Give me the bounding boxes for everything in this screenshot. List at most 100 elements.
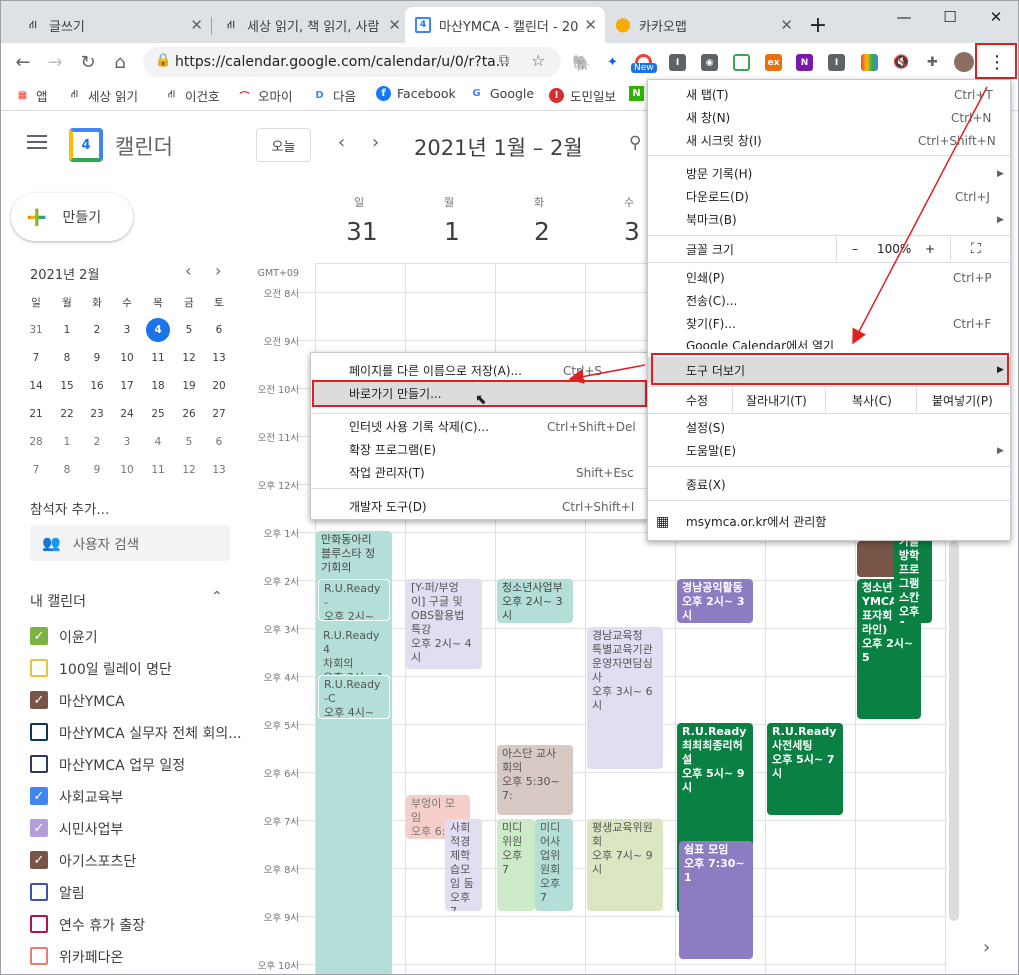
mini-day[interactable]: 2 — [85, 318, 109, 342]
mini-day[interactable]: 9 — [85, 346, 109, 370]
calendar-event[interactable]: R.U.Ready-C 오후 4시~ 5 — [318, 675, 390, 719]
calendar-event[interactable]: 경남공익활동 오후 2시~ 3시 — [677, 579, 753, 623]
mini-day[interactable]: 11 — [146, 346, 170, 370]
day-number[interactable]: 1 — [444, 217, 460, 246]
cast-item[interactable]: 전송(C)... — [648, 289, 1010, 312]
bulb-icon[interactable]: ◉ — [701, 54, 718, 71]
mini-day[interactable]: 9 — [85, 458, 109, 482]
mini-day[interactable]: 24 — [115, 402, 139, 426]
mini-day[interactable]: 17 — [115, 374, 139, 398]
clear-browsing-data-item[interactable]: 인터넷 사용 기록 삭제(C)... Ctrl+Shift+Del — [311, 415, 649, 438]
mini-day[interactable]: 1 — [55, 318, 79, 342]
new-tab-item[interactable]: 새 탭(T) Ctrl+T — [648, 83, 1010, 106]
ext-i-icon[interactable]: I — [669, 54, 686, 71]
minimize-button[interactable]: — — [881, 1, 927, 33]
today-button[interactable]: 오늘 — [256, 128, 311, 162]
create-button[interactable]: + 만들기 — [11, 193, 133, 241]
star-icon[interactable]: ☆ — [531, 51, 545, 70]
open-in-app-icon[interactable]: ⧉ — [499, 52, 509, 68]
bookmark-apps[interactable]: ▦ 앱 — [15, 86, 48, 105]
calendar-checkbox[interactable] — [30, 723, 48, 741]
calendar-event[interactable]: 미디 어사 업위 원회 오후 7 — [535, 819, 573, 911]
calendar-checkbox[interactable] — [30, 947, 48, 965]
mini-day[interactable]: 4 — [146, 318, 170, 342]
ext-i2-icon[interactable]: I — [828, 54, 845, 71]
close-icon[interactable]: ✕ — [580, 16, 597, 34]
mini-day[interactable]: 31 — [24, 318, 48, 342]
bookmark-item[interactable]: f Facebook — [376, 86, 456, 101]
calendar-event[interactable]: R.U.Ready 4 차회의 오후 3시~ 10 — [318, 627, 390, 675]
calendar-checkbox[interactable] — [30, 915, 48, 933]
next-icon[interactable]: › — [372, 132, 379, 153]
calendar-checkbox[interactable] — [30, 883, 48, 901]
tab-2[interactable]: ⛙ 세상 읽기, 책 읽기, 사람 읽 ✕ — [213, 7, 409, 43]
mini-day[interactable]: 21 — [24, 402, 48, 426]
mini-day[interactable]: 15 — [55, 374, 79, 398]
color-grid-icon[interactable] — [861, 54, 878, 71]
back-button[interactable]: ← — [9, 48, 37, 76]
calendar-event[interactable]: 청소년사업부 오후 2시~ 3시 — [497, 579, 573, 623]
mini-day[interactable]: 7 — [24, 346, 48, 370]
bookmarks-item[interactable]: 북마크(B) ▶ — [648, 208, 1010, 231]
paste-button[interactable]: 붙여넣기(P) — [932, 392, 993, 409]
mini-day[interactable]: 4 — [146, 430, 170, 454]
mini-next-icon[interactable]: › — [215, 261, 221, 280]
mini-day[interactable]: 26 — [177, 402, 201, 426]
mini-day[interactable]: 27 — [207, 402, 231, 426]
mini-day[interactable]: 23 — [85, 402, 109, 426]
bookmark-item[interactable]: ! 도민일보 — [549, 86, 616, 105]
mini-day[interactable]: 13 — [207, 458, 231, 482]
tab-3-active[interactable]: 4 마산YMCA - 캘린더 - 20 ✕ — [405, 7, 605, 43]
calendar-event[interactable]: 가을 방학 프로 그램 스칸 오후 1 — [894, 533, 932, 623]
mini-day[interactable]: 5 — [177, 430, 201, 454]
close-icon[interactable]: ✕ — [384, 16, 401, 34]
new-window-item[interactable]: 새 창(N) Ctrl+N — [648, 106, 1010, 129]
calendar-event[interactable]: R.U.Ready 사전세팅 오후 5시~ 7시 — [767, 723, 843, 815]
print-item[interactable]: 인쇄(P) Ctrl+P — [648, 266, 1010, 289]
screen-icon[interactable] — [733, 54, 750, 71]
cut-button[interactable]: 잘라내기(T) — [746, 392, 807, 409]
day-number[interactable]: 2 — [534, 217, 550, 246]
close-icon[interactable]: ✕ — [780, 16, 793, 34]
calendar-checkbox[interactable]: ✓ — [30, 819, 48, 837]
tab-1[interactable]: ⛙ 글쓰기 ✕ — [15, 7, 211, 43]
grid-scrollbar[interactable] — [949, 541, 959, 921]
evernote-icon[interactable]: 🐘 — [572, 54, 591, 72]
day-number[interactable]: 3 — [624, 217, 640, 246]
mini-day[interactable]: 13 — [207, 346, 231, 370]
mini-day[interactable]: 25 — [146, 402, 170, 426]
avatar[interactable] — [954, 52, 974, 72]
prev-icon[interactable]: ‹ — [338, 132, 345, 153]
search-icon[interactable]: ⚲ — [629, 133, 641, 153]
zoom-out-button[interactable]: – — [852, 242, 858, 256]
mini-day[interactable]: 10 — [115, 458, 139, 482]
save-page-as-item[interactable]: 페이지를 다른 이름으로 저장(A)... Ctrl+S — [311, 359, 649, 382]
bookmark-item[interactable]: ⛙ 이건호 — [164, 86, 220, 105]
incognito-item[interactable]: 새 시크릿 창(I) Ctrl+Shift+N — [648, 129, 1010, 152]
mini-day[interactable]: 6 — [207, 430, 231, 454]
mini-day[interactable]: 19 — [177, 374, 201, 398]
address-bar[interactable]: 🔒 https://calendar.google.com/calendar/u… — [143, 47, 561, 77]
mini-day[interactable]: 3 — [115, 318, 139, 342]
open-in-app-item[interactable]: Google Calendar에서 열기 — [648, 335, 1010, 349]
mute-icon[interactable]: 🔇 — [893, 54, 910, 71]
calendar-checkbox[interactable]: ✓ — [30, 851, 48, 869]
mini-prev-icon[interactable]: ‹ — [185, 261, 191, 280]
find-item[interactable]: 찾기(F)... Ctrl+F — [648, 312, 1010, 335]
calendar-checkbox[interactable]: ✓ — [30, 787, 48, 805]
calendar-event[interactable]: 아스단 교사 회의 오후 5:30~ 7: — [497, 745, 573, 815]
mini-day[interactable]: 11 — [146, 458, 170, 482]
bookmark-item[interactable]: ⛙ 세상 읽기 — [67, 86, 138, 105]
calendar-checkbox[interactable]: ✓ — [30, 691, 48, 709]
day-number[interactable]: 31 — [346, 217, 378, 246]
close-icon[interactable]: ✕ — [190, 16, 203, 34]
bookmark-item[interactable]: ⌒ 오마이 — [237, 86, 293, 105]
calendar-event[interactable]: 경남교육청 특별교육기관 운영자면담심 사 오후 3시~ 6시 — [587, 627, 663, 769]
mini-day[interactable]: 5 — [177, 318, 201, 342]
calendar-checkbox[interactable]: ✓ — [30, 627, 48, 645]
zoom-in-button[interactable]: + — [925, 242, 935, 256]
calendar-checkbox[interactable] — [30, 755, 48, 773]
mini-day[interactable]: 1 — [55, 430, 79, 454]
ex-icon[interactable]: ex — [765, 54, 782, 71]
mini-day[interactable]: 28 — [24, 430, 48, 454]
